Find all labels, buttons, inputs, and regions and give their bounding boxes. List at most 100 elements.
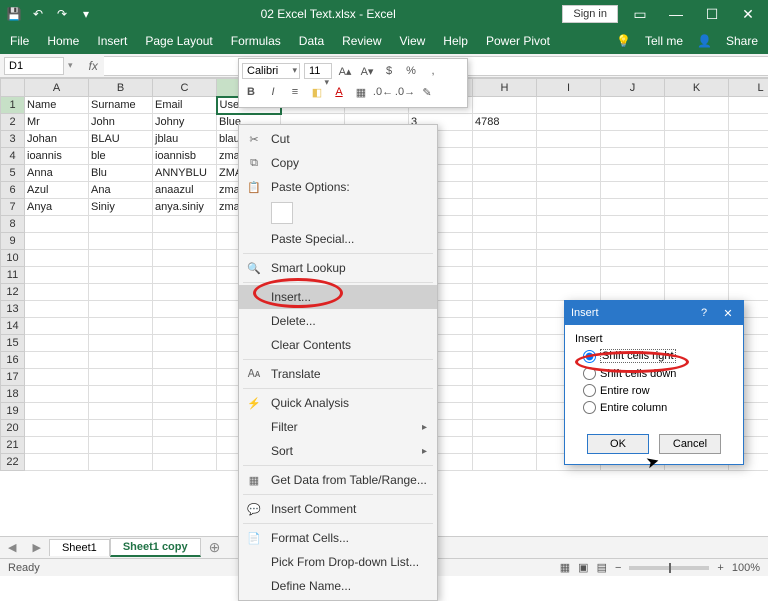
radio-shift-down-input[interactable] bbox=[583, 367, 596, 380]
name-box[interactable]: D1 bbox=[4, 57, 64, 75]
border-icon[interactable]: ▦ bbox=[352, 83, 370, 101]
tab-formulas[interactable]: Formulas bbox=[231, 34, 281, 48]
cell[interactable] bbox=[729, 233, 768, 250]
cell[interactable] bbox=[537, 199, 601, 216]
view-break-icon[interactable]: ▤ bbox=[597, 561, 607, 574]
cell[interactable] bbox=[153, 437, 217, 454]
row-header-10[interactable]: 10 bbox=[1, 250, 25, 267]
ctx-delete[interactable]: Delete... bbox=[239, 309, 437, 333]
ctx-copy[interactable]: ⧉Copy bbox=[239, 151, 437, 175]
radio-shift-down[interactable]: Shift cells down bbox=[583, 367, 733, 380]
cell[interactable] bbox=[473, 420, 537, 437]
cell[interactable] bbox=[89, 454, 153, 471]
cell[interactable] bbox=[729, 216, 768, 233]
cell[interactable]: anaazul bbox=[153, 182, 217, 199]
accounting-format-icon[interactable]: $ bbox=[380, 62, 398, 80]
cell[interactable] bbox=[665, 97, 729, 114]
cell[interactable] bbox=[665, 250, 729, 267]
cell[interactable] bbox=[153, 233, 217, 250]
maximize-icon[interactable]: ☐ bbox=[698, 6, 726, 23]
cell[interactable] bbox=[537, 233, 601, 250]
cell[interactable]: Name bbox=[25, 97, 89, 114]
decrease-font-icon[interactable]: A▾ bbox=[358, 62, 376, 80]
ctx-clear[interactable]: Clear Contents bbox=[239, 333, 437, 357]
row-header-5[interactable]: 5 bbox=[1, 165, 25, 182]
cell[interactable]: Mr bbox=[25, 114, 89, 131]
cell[interactable] bbox=[729, 267, 768, 284]
row-header-4[interactable]: 4 bbox=[1, 148, 25, 165]
cell[interactable] bbox=[25, 437, 89, 454]
row-header-13[interactable]: 13 bbox=[1, 301, 25, 318]
cell[interactable] bbox=[665, 199, 729, 216]
row-header-15[interactable]: 15 bbox=[1, 335, 25, 352]
ctx-paste-default[interactable] bbox=[239, 199, 437, 227]
col-header-H[interactable]: H bbox=[473, 79, 537, 97]
cell[interactable] bbox=[153, 284, 217, 301]
radio-entire-col-input[interactable] bbox=[583, 401, 596, 414]
new-sheet-icon[interactable]: ⊕ bbox=[201, 539, 229, 556]
cell[interactable] bbox=[153, 386, 217, 403]
tab-home[interactable]: Home bbox=[47, 34, 79, 48]
col-header-I[interactable]: I bbox=[537, 79, 601, 97]
ctx-get-data[interactable]: ▦Get Data from Table/Range... bbox=[239, 468, 437, 492]
font-size-select[interactable]: 11 bbox=[304, 63, 332, 79]
ctx-define-name[interactable]: Define Name... bbox=[239, 574, 437, 598]
cell[interactable] bbox=[153, 454, 217, 471]
cell[interactable] bbox=[473, 267, 537, 284]
fx-icon[interactable]: fx bbox=[83, 59, 104, 73]
cell[interactable] bbox=[89, 352, 153, 369]
col-header-L[interactable]: L bbox=[729, 79, 768, 97]
cell[interactable] bbox=[153, 420, 217, 437]
cell[interactable]: 4788 bbox=[473, 114, 537, 131]
cell[interactable]: Siniy bbox=[89, 199, 153, 216]
cell[interactable] bbox=[537, 216, 601, 233]
col-header-J[interactable]: J bbox=[601, 79, 665, 97]
save-icon[interactable]: 💾 bbox=[6, 6, 22, 22]
row-header-22[interactable]: 22 bbox=[1, 454, 25, 471]
cell[interactable] bbox=[601, 114, 665, 131]
cell[interactable] bbox=[665, 182, 729, 199]
cell[interactable] bbox=[25, 369, 89, 386]
cell[interactable] bbox=[473, 284, 537, 301]
cell[interactable] bbox=[473, 369, 537, 386]
cell[interactable]: Surname bbox=[89, 97, 153, 114]
ctx-format-cells[interactable]: 📄Format Cells... bbox=[239, 526, 437, 550]
cell[interactable] bbox=[537, 114, 601, 131]
cell[interactable] bbox=[153, 318, 217, 335]
cell[interactable] bbox=[473, 233, 537, 250]
cell[interactable] bbox=[473, 216, 537, 233]
format-painter-icon[interactable]: ✎ bbox=[418, 83, 436, 101]
ctx-paste-special[interactable]: Paste Special... bbox=[239, 227, 437, 251]
ctx-sort[interactable]: Sort▸ bbox=[239, 439, 437, 463]
ctx-translate[interactable]: 🗛Translate bbox=[239, 362, 437, 386]
zoom-in-icon[interactable]: + bbox=[717, 562, 723, 574]
ctx-cut[interactable]: ✂Cut bbox=[239, 127, 437, 151]
row-header-17[interactable]: 17 bbox=[1, 369, 25, 386]
cell[interactable] bbox=[153, 250, 217, 267]
cell[interactable]: Ana bbox=[89, 182, 153, 199]
row-header-19[interactable]: 19 bbox=[1, 403, 25, 420]
comma-format-icon[interactable]: , bbox=[424, 62, 442, 80]
cell[interactable] bbox=[473, 199, 537, 216]
cell[interactable] bbox=[601, 216, 665, 233]
tab-power-pivot[interactable]: Power Pivot bbox=[486, 34, 550, 48]
sheet-tab-1[interactable]: Sheet1 bbox=[49, 539, 110, 556]
cell[interactable]: Azul bbox=[25, 182, 89, 199]
radio-shift-right-input[interactable] bbox=[583, 350, 596, 363]
cell[interactable] bbox=[601, 267, 665, 284]
cell[interactable] bbox=[25, 318, 89, 335]
cell[interactable] bbox=[473, 97, 537, 114]
close-icon[interactable]: ✕ bbox=[734, 6, 762, 23]
cell[interactable]: ioannisb bbox=[153, 148, 217, 165]
cell[interactable] bbox=[665, 165, 729, 182]
cell[interactable] bbox=[89, 318, 153, 335]
cell[interactable] bbox=[537, 165, 601, 182]
cell[interactable] bbox=[89, 267, 153, 284]
row-header-18[interactable]: 18 bbox=[1, 386, 25, 403]
cell[interactable] bbox=[729, 131, 768, 148]
ok-button[interactable]: OK bbox=[587, 434, 649, 454]
align-icon[interactable]: ≡ bbox=[286, 83, 304, 101]
font-color-icon[interactable]: A bbox=[330, 83, 348, 101]
cell[interactable] bbox=[25, 335, 89, 352]
cell[interactable]: Anya bbox=[25, 199, 89, 216]
